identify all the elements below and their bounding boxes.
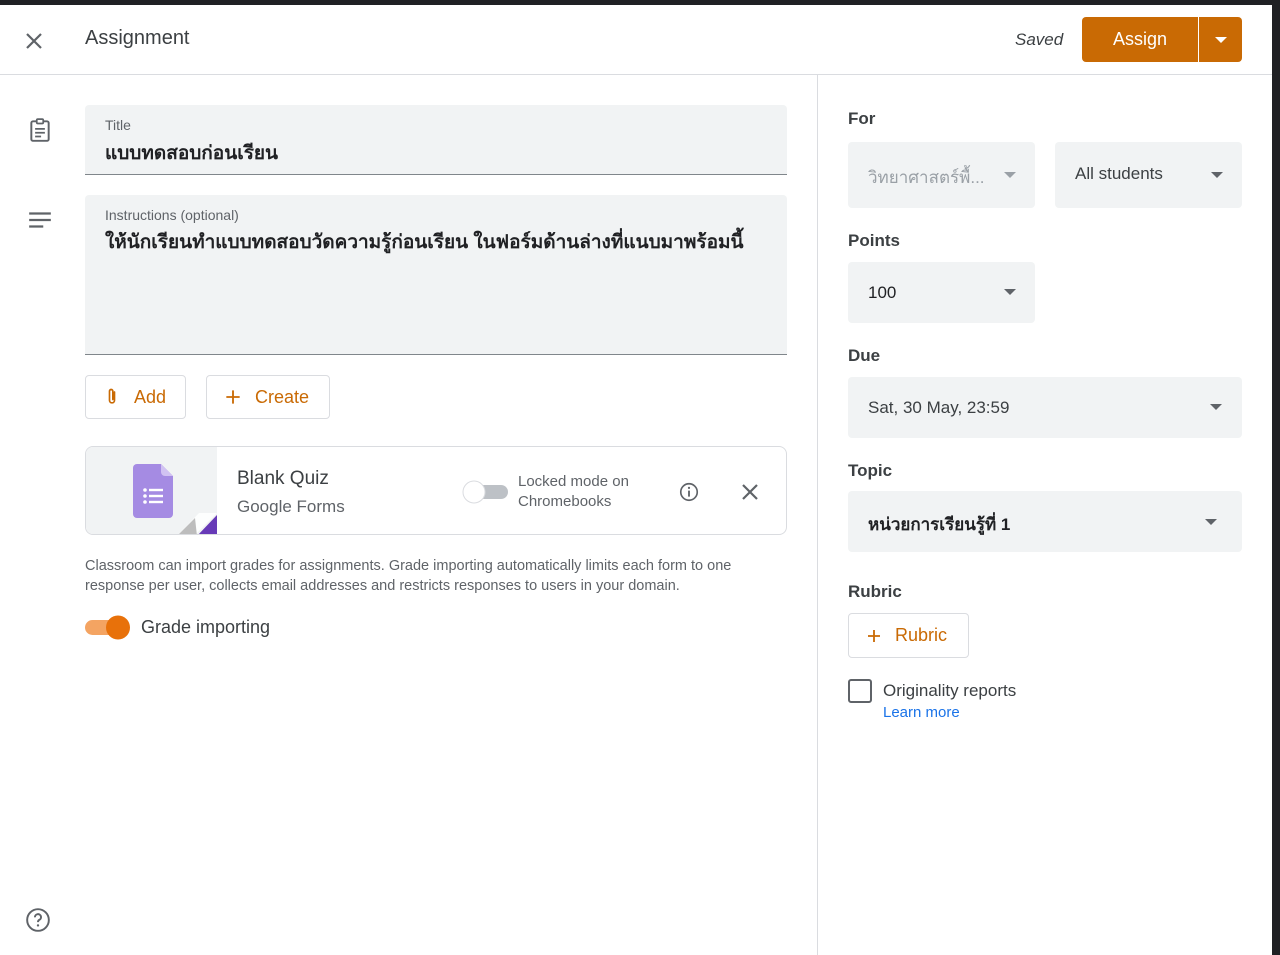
caret-down-icon xyxy=(1214,36,1227,43)
window-right-edge xyxy=(1272,0,1280,955)
class-select[interactable]: วิทยาศาสตร์พื้... xyxy=(848,142,1035,208)
remove-attachment-icon[interactable] xyxy=(738,480,762,504)
topic-label: Topic xyxy=(848,461,893,480)
grade-import-note: Classroom can import grades for assignme… xyxy=(85,558,732,594)
learn-more-link[interactable]: Learn more xyxy=(883,704,960,721)
page-title: Assignment xyxy=(85,27,190,49)
caret-down-icon xyxy=(1004,172,1016,178)
create-button-label: Create xyxy=(255,386,310,407)
originality-label: Originality reports xyxy=(883,681,1017,700)
close-icon[interactable] xyxy=(22,29,46,53)
plus-icon xyxy=(868,629,880,642)
due-select-value: Sat, 30 May, 23:59 xyxy=(868,398,1010,417)
assign-button[interactable]: Assign xyxy=(1082,17,1198,62)
google-forms-icon xyxy=(133,464,173,518)
points-select[interactable]: 100 xyxy=(848,262,1035,323)
students-select-value: All students xyxy=(1075,164,1163,183)
caret-down-icon xyxy=(1211,172,1223,178)
topic-select[interactable]: หน่วยการเรียนรู้ที่ 1 xyxy=(848,491,1242,552)
rubric-button-label: Rubric xyxy=(895,625,948,645)
forms-corner-mark xyxy=(178,513,217,534)
create-button[interactable]: Create xyxy=(206,375,330,419)
instructions-field-label: Instructions (optional) xyxy=(105,207,239,223)
attachment-thumbnail xyxy=(86,447,217,534)
title-field[interactable]: Title แบบทดสอบก่อนเรียน xyxy=(85,105,787,175)
locked-mode-toggle[interactable] xyxy=(462,480,510,504)
rubric-label: Rubric xyxy=(848,582,902,601)
due-select[interactable]: Sat, 30 May, 23:59 xyxy=(848,377,1242,438)
grade-importing-label: Grade importing xyxy=(141,617,271,637)
for-label: For xyxy=(848,109,876,128)
assignment-icon xyxy=(30,118,50,142)
due-label: Due xyxy=(848,346,881,365)
sidebar-divider xyxy=(817,75,818,955)
caret-down-icon xyxy=(1004,289,1016,295)
attachment-title: Blank Quiz xyxy=(237,468,329,489)
instructions-field[interactable]: Instructions (optional) ให้นักเรียนทำแบบ… xyxy=(85,195,787,355)
saved-status: Saved xyxy=(1015,30,1064,49)
paperclip-icon xyxy=(108,388,116,404)
title-field-label: Title xyxy=(105,117,131,133)
top-bar: Assignment Saved Assign xyxy=(0,5,1272,75)
notes-icon xyxy=(29,212,51,228)
locked-mode-line-2: Chromebooks xyxy=(518,493,612,510)
points-select-value: 100 xyxy=(868,283,897,302)
help-icon[interactable] xyxy=(25,907,51,933)
caret-down-icon xyxy=(1205,519,1217,525)
info-icon[interactable] xyxy=(678,481,700,503)
caret-down-icon xyxy=(1210,404,1222,410)
attachment-card[interactable]: Blank Quiz Google Forms Locked mode on C… xyxy=(85,446,787,535)
locked-mode-line-1: Locked mode on xyxy=(518,473,629,490)
class-select-value: วิทยาศาสตร์พื้... xyxy=(868,168,985,187)
assign-button-label: Assign xyxy=(1112,29,1168,49)
locked-mode-label: Locked mode on Chromebooks xyxy=(518,472,629,512)
points-label: Points xyxy=(848,231,900,250)
add-rubric-button[interactable]: Rubric xyxy=(848,613,969,658)
topic-select-value: หน่วยการเรียนรู้ที่ 1 xyxy=(868,515,1011,534)
originality-checkbox[interactable] xyxy=(848,679,872,703)
add-button[interactable]: Add xyxy=(85,375,186,419)
assign-options-button[interactable] xyxy=(1199,17,1242,62)
instructions-field-value: ให้นักเรียนทำแบบทดสอบวัดความรู้ก่อนเรียน… xyxy=(105,232,744,253)
grade-importing-toggle[interactable] xyxy=(85,614,133,640)
students-select[interactable]: All students xyxy=(1055,142,1242,208)
attachment-subtitle: Google Forms xyxy=(237,497,345,516)
title-field-value: แบบทดสอบก่อนเรียน xyxy=(105,143,279,164)
add-button-label: Add xyxy=(134,386,167,407)
plus-icon xyxy=(226,390,240,404)
